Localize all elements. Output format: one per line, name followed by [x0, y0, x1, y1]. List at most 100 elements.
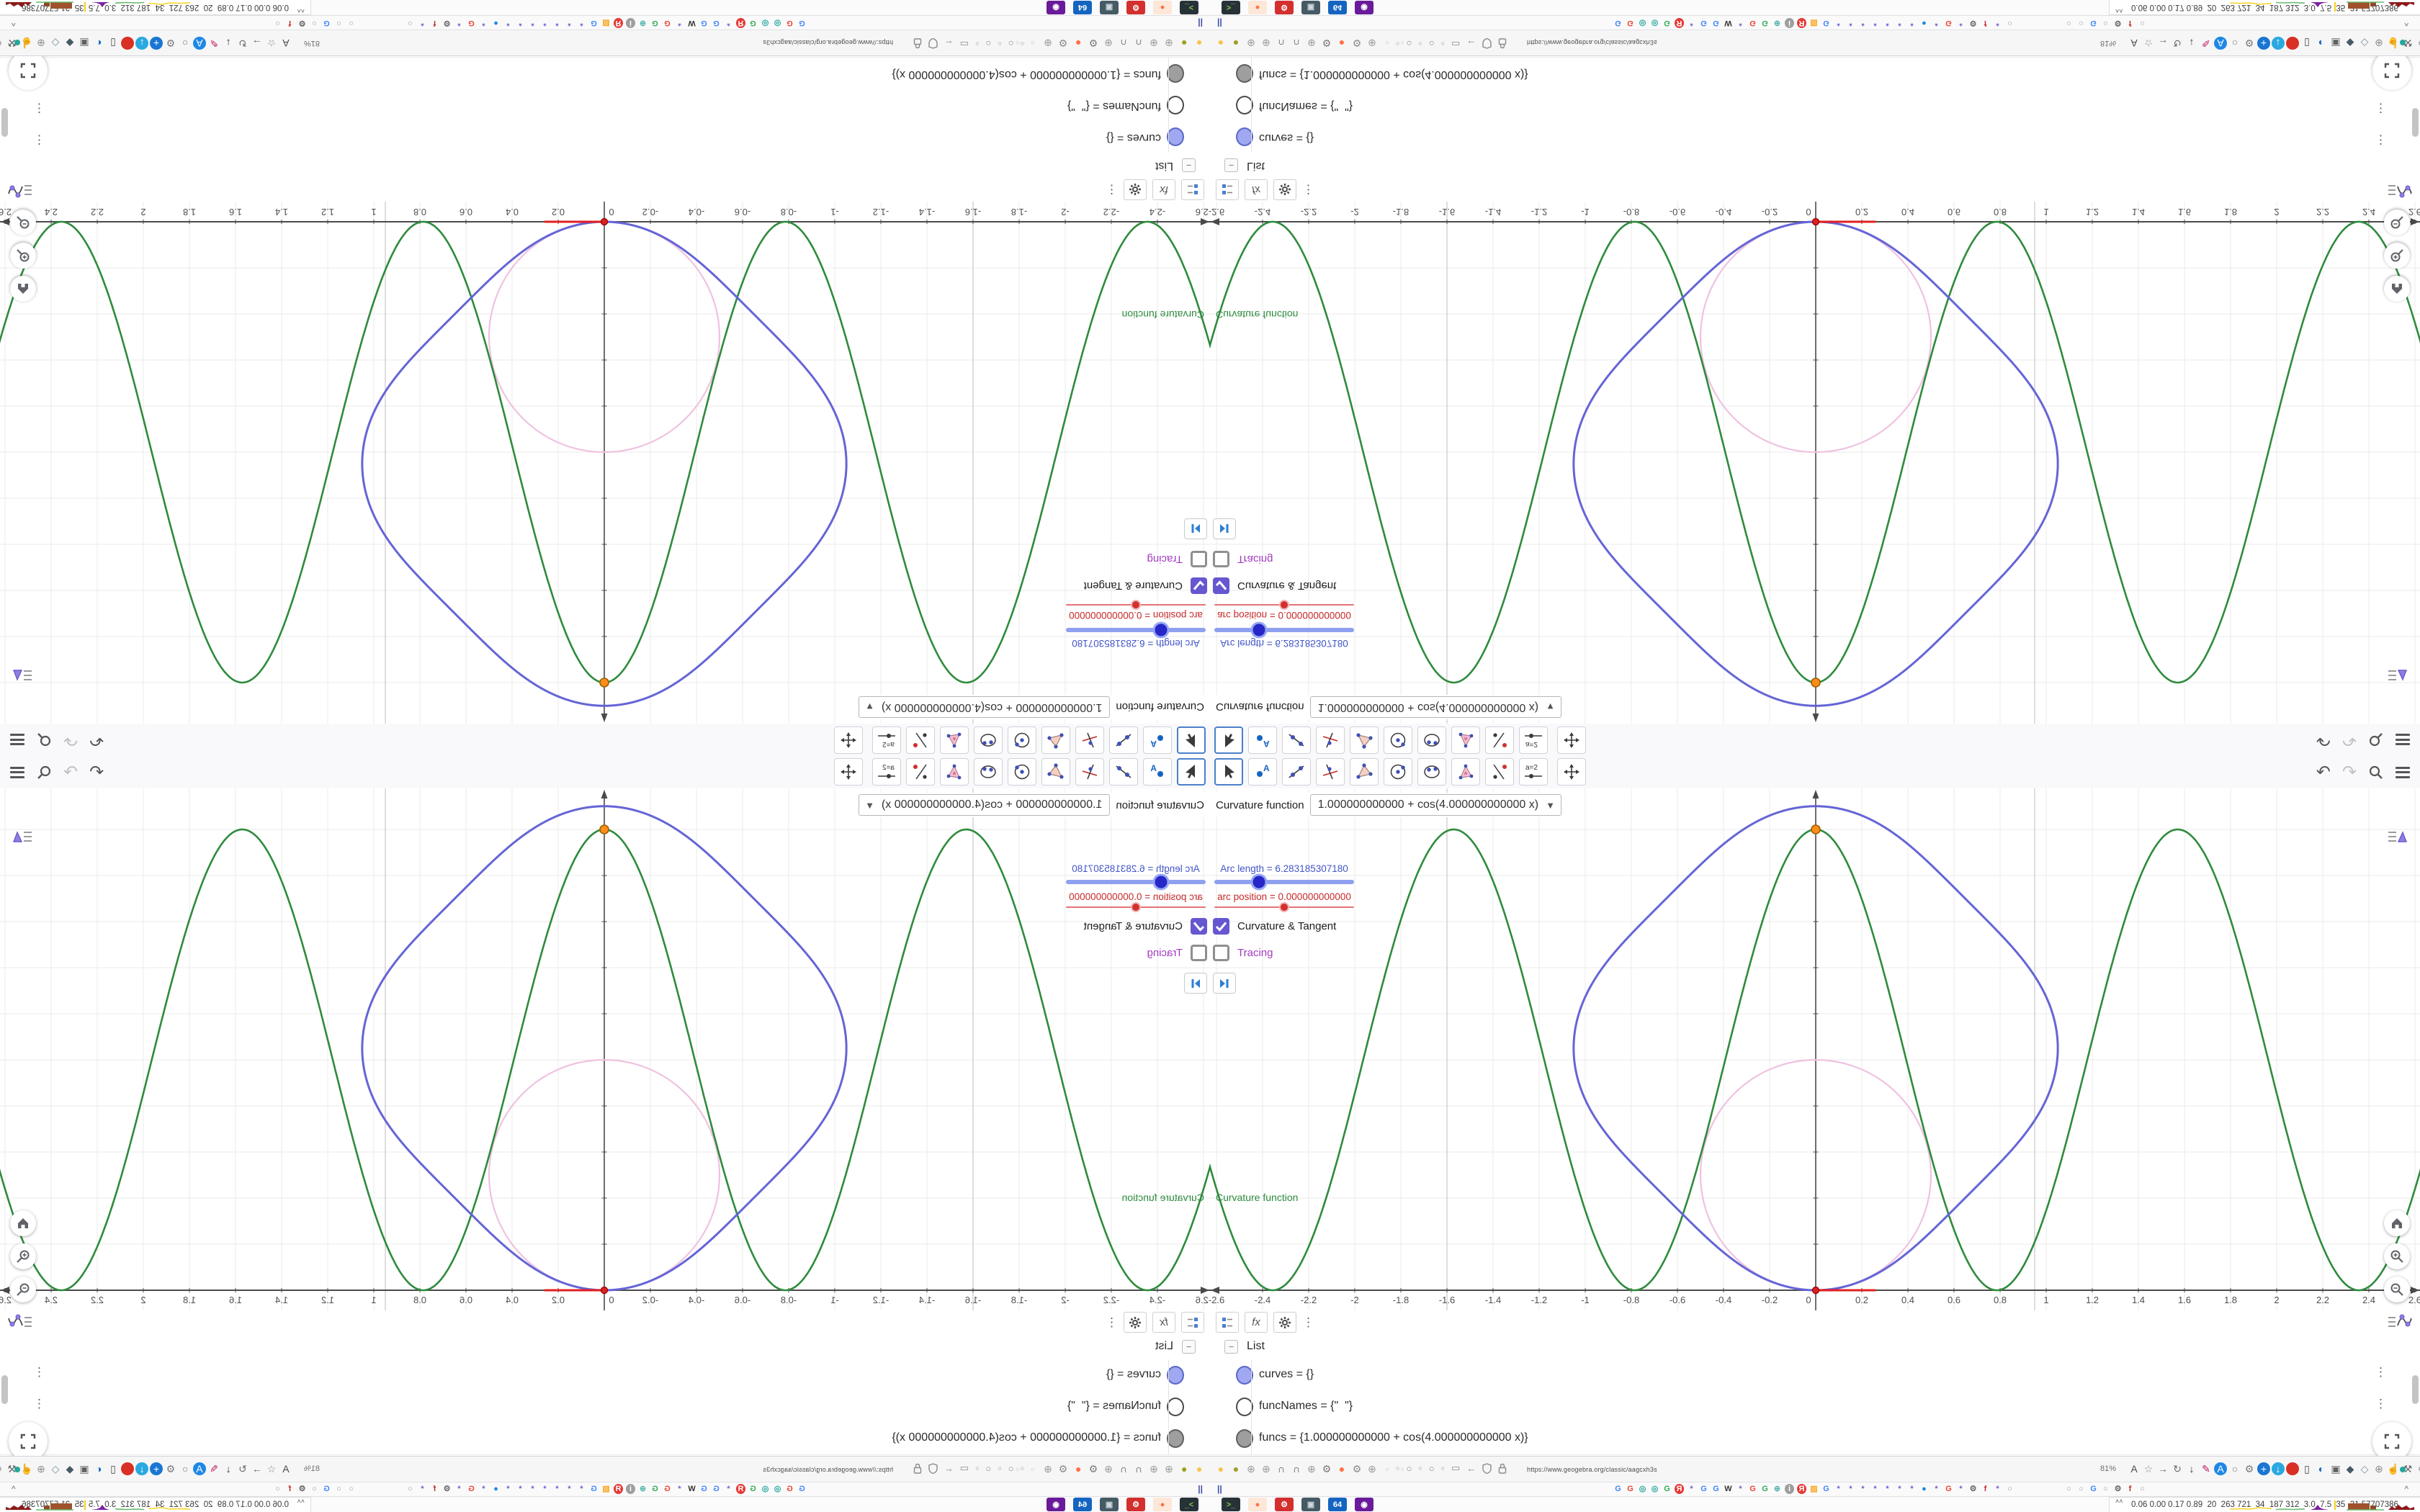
reflect-tool-button[interactable]: [1485, 726, 1514, 754]
bookmark-favicon[interactable]: *: [1956, 18, 1966, 28]
move-tool-button[interactable]: [1177, 758, 1206, 786]
pause-icon[interactable]: ||: [1198, 18, 1203, 28]
bookmark-favicon[interactable]: G: [699, 1484, 709, 1494]
bookmark-favicon[interactable]: f: [1981, 1484, 1990, 1494]
tab-circle-icon[interactable]: ○: [1429, 39, 1435, 50]
bookmark-favicon[interactable]: i: [1785, 1484, 1794, 1494]
fx-button[interactable]: fx: [1152, 179, 1175, 200]
bookmark-favicon[interactable]: *: [1736, 18, 1745, 28]
bookmark-favicon[interactable]: Я: [736, 1484, 745, 1494]
zoom-in-button[interactable]: [2384, 1243, 2410, 1269]
arc-position-slider-thumb[interactable]: [1279, 902, 1289, 912]
bookmark-favicon[interactable]: *: [1895, 1484, 1904, 1494]
reload-icon[interactable]: ↻: [2171, 1462, 2184, 1475]
bookmark-favicon[interactable]: ●: [1919, 18, 1929, 28]
stylebar-kebab-icon[interactable]: ⋮: [1106, 183, 1118, 197]
home-button[interactable]: [10, 1210, 36, 1236]
bookmark-favicon[interactable]: G: [1760, 1484, 1770, 1494]
point-tool-button[interactable]: A: [1143, 726, 1172, 754]
shield-icon[interactable]: [928, 1462, 938, 1474]
tab-circle-icon[interactable]: ○: [985, 39, 991, 50]
circle-tool-button[interactable]: [1384, 758, 1412, 786]
menu-icon[interactable]: [10, 732, 24, 748]
forward-icon[interactable]: →: [2156, 37, 2169, 50]
row-kebab-icon[interactable]: ⋮: [2375, 1366, 2387, 1378]
search-icon[interactable]: [2368, 765, 2384, 780]
translate-icon[interactable]: A: [2128, 37, 2141, 50]
settings-app-icon[interactable]: ⚙: [1275, 1, 1294, 14]
settings-app-icon[interactable]: ⚙: [1126, 1, 1145, 14]
bookmark-favicon[interactable]: G: [322, 18, 331, 28]
perpendicular-tool-button[interactable]: [1316, 726, 1345, 754]
arc-length-slider[interactable]: [1066, 621, 1206, 639]
record-icon[interactable]: [121, 37, 134, 50]
algebra-row-funcs[interactable]: funcs = {1.000000000000 + cos(4.00000000…: [0, 1423, 1210, 1455]
bookmark-favicon[interactable]: i: [1785, 18, 1794, 28]
slider-tool-button[interactable]: a=2: [1519, 758, 1548, 786]
stylebar-kebab-icon[interactable]: ⋮: [1302, 183, 1314, 197]
headset-icon[interactable]: ∩: [1117, 37, 1130, 50]
bookmark-favicon[interactable]: G: [1613, 18, 1623, 28]
bookmark-favicon[interactable]: f: [285, 18, 295, 28]
bookmark-favicon[interactable]: ⊕: [638, 18, 647, 28]
line-tool-button[interactable]: [1109, 758, 1138, 786]
point-tool-button[interactable]: A: [1143, 758, 1172, 786]
function-list-button[interactable]: [7, 1313, 33, 1335]
star-icon[interactable]: ☆: [2142, 1462, 2155, 1475]
bookmark-favicon[interactable]: *: [516, 1484, 525, 1494]
bookmark-favicon[interactable]: ◎: [761, 1484, 770, 1494]
zoom-level-indicator[interactable]: 81%: [2100, 39, 2116, 48]
lock-icon[interactable]: [913, 38, 922, 50]
globe-icon[interactable]: ⊕: [1245, 37, 1258, 50]
faded-icon[interactable]: ▫: [1026, 37, 1039, 50]
tracing-checkbox[interactable]: [1213, 551, 1229, 567]
forward-icon[interactable]: →: [251, 37, 264, 50]
row-kebab-icon[interactable]: ⋮: [33, 1397, 45, 1410]
shield2-icon[interactable]: ◇: [2358, 1462, 2371, 1475]
function-list-button[interactable]: [7, 177, 33, 199]
ellipse-tool-button[interactable]: [1417, 758, 1446, 786]
function-input-value[interactable]: 1.000000000000 + cos(4.000000000000 x): [882, 701, 1102, 714]
visibility-marble[interactable]: [1167, 1366, 1184, 1385]
globe-icon[interactable]: ⊕: [1245, 1462, 1258, 1475]
bookmark-favicon[interactable]: f: [2125, 18, 2135, 28]
row-kebab-icon[interactable]: ⋮: [33, 102, 45, 115]
bookmark-favicon[interactable]: ◎: [1638, 1484, 1647, 1494]
slider-tool-button[interactable]: a=2: [872, 758, 901, 786]
terminal-app-icon[interactable]: >_: [1180, 1498, 1198, 1511]
search-icon[interactable]: [36, 732, 52, 748]
system-monitor[interactable]: ˄˄ 0.06 0.00 0.17 0.89 20 263 721 34 187…: [0, 0, 311, 15]
bookmark-favicon[interactable]: ○: [2076, 1484, 2086, 1494]
algebra-row-funcnames[interactable]: funcNames = {" "} ⋮: [1210, 89, 2420, 121]
line-tool-button[interactable]: [1109, 726, 1138, 754]
globe-icon[interactable]: ⊕: [2372, 1462, 2385, 1475]
shield2-icon[interactable]: ◇: [2358, 37, 2371, 50]
bookmark-favicon[interactable]: G: [797, 1484, 807, 1494]
bookmark-favicon[interactable]: G: [1711, 18, 1721, 28]
bookmark-favicon[interactable]: ⚙: [442, 1484, 452, 1494]
bookmark-favicon[interactable]: *: [1858, 18, 1868, 28]
circle-tool-button[interactable]: [1008, 726, 1036, 754]
undo-icon[interactable]: ↶: [2316, 729, 2331, 750]
down-circle-icon[interactable]: ↓: [135, 1462, 148, 1475]
bookmark-favicon[interactable]: *: [516, 18, 525, 28]
owl-app-icon[interactable]: ◉: [1047, 1, 1065, 14]
screenshot-app-icon[interactable]: ▣: [1301, 1498, 1320, 1511]
bookmark-favicon[interactable]: ▨: [601, 1484, 611, 1494]
algebra-row-funcs[interactable]: funcs = {1.000000000000 + cos(4.00000000…: [0, 57, 1210, 89]
chevron-down-icon[interactable]: ▼: [865, 800, 874, 811]
bookmark-favicon[interactable]: G: [1711, 1484, 1721, 1494]
stylebar-kebab-icon[interactable]: ⋮: [1106, 1315, 1118, 1329]
graphics-view[interactable]: -2.6 -2.4 -2.2 -2 -1.8 -1.6 -1.4 -1.2 -1 -0.8 -0.6…: [1210, 788, 2420, 1310]
bookmark-favicon[interactable]: ○: [346, 1484, 356, 1494]
gear-icon[interactable]: ⚙: [164, 1462, 177, 1475]
angle-tool-button[interactable]: a: [1451, 726, 1480, 754]
globe-icon[interactable]: ⊕: [2372, 37, 2385, 50]
bookmark-favicon[interactable]: ⚙: [297, 1484, 307, 1494]
search-icon[interactable]: [36, 765, 52, 780]
tab-circle-icon[interactable]: ○: [1008, 39, 1014, 50]
bookmark-favicon[interactable]: *: [565, 18, 574, 28]
redo-icon[interactable]: ↷: [63, 762, 78, 783]
headset-icon[interactable]: ∩: [1290, 1462, 1303, 1475]
polygon-tool-button[interactable]: [1041, 726, 1070, 754]
